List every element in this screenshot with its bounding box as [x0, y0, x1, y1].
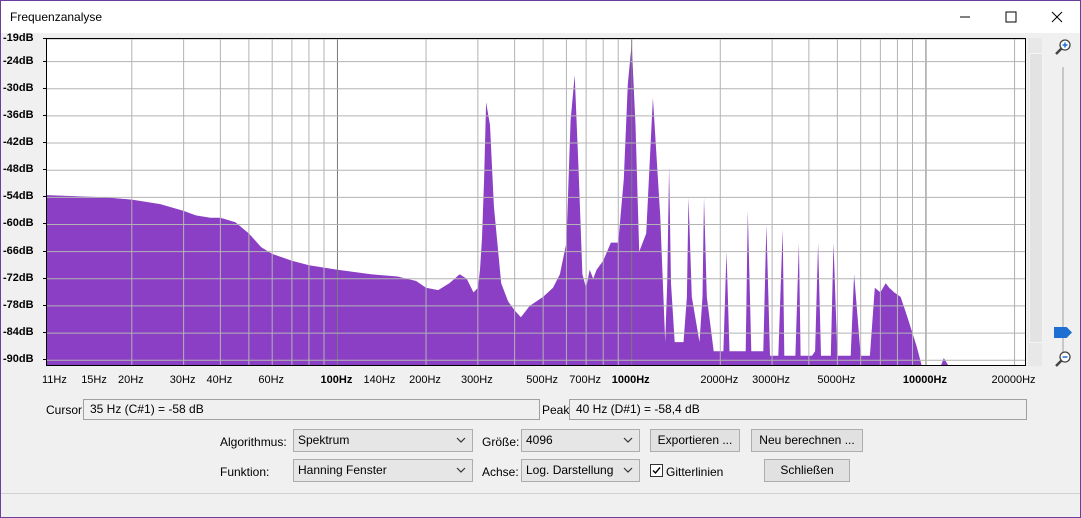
y-tick-label: -42dB	[3, 136, 34, 149]
maximize-icon	[1005, 11, 1017, 23]
gridlines-checkbox[interactable]	[650, 464, 663, 477]
zoom-in-icon	[1055, 39, 1071, 55]
frequency-analysis-window: Frequenzanalyse -19dB -24dB -30dB -36dB -42d…	[0, 0, 1081, 518]
chevron-down-icon	[623, 437, 633, 443]
algorithm-value: Spektrum	[298, 433, 350, 447]
x-tick-label: 15Hz	[81, 374, 107, 386]
y-tick-label: -54dB	[3, 190, 34, 203]
x-tick-label: 30Hz	[169, 374, 196, 386]
vertical-scrollbar-thumb[interactable]	[1029, 53, 1043, 343]
y-tick-label: -36dB	[3, 108, 34, 121]
y-tick-label: -90dB	[3, 353, 34, 366]
zoom-out-icon	[1055, 351, 1071, 367]
title-bar[interactable]: Frequenzanalyse	[1, 1, 1080, 33]
algorithm-label: Algorithmus:	[220, 435, 287, 449]
y-tick-label: -48dB	[3, 163, 34, 176]
axis-select[interactable]: Log. Darstellung	[521, 459, 640, 482]
algorithm-select[interactable]: Spektrum	[293, 429, 473, 452]
y-tick-label: -60dB	[3, 217, 34, 230]
function-value: Hanning Fenster	[298, 463, 387, 477]
spectrum-chart	[47, 39, 1025, 365]
y-tick-label: -84dB	[3, 326, 34, 339]
chevron-down-icon	[456, 437, 466, 443]
spectrum-plot[interactable]	[46, 38, 1026, 366]
chevron-down-icon	[456, 467, 466, 473]
x-tick-label: 3000Hz	[752, 374, 791, 386]
x-tick-label: 100Hz	[320, 374, 353, 386]
cursor-label: Cursor:	[46, 403, 86, 417]
x-tick-label: 2000Hz	[700, 374, 739, 386]
x-tick-label: 1000Hz	[611, 374, 650, 386]
function-label: Funktion:	[220, 465, 270, 479]
size-label: Größe:	[482, 435, 520, 449]
y-tick-label: -66dB	[3, 244, 34, 257]
x-tick-label: 60Hz	[258, 374, 285, 386]
window-title: Frequenzanalyse	[10, 10, 103, 24]
x-tick-label: 700Hz	[569, 374, 602, 386]
close-dialog-button[interactable]: Schließen	[764, 459, 850, 482]
spectrum-area	[47, 43, 949, 365]
zoom-in-button[interactable]	[1053, 37, 1073, 57]
minimize-button[interactable]	[942, 1, 988, 33]
x-tick-label: 5000Hz	[817, 374, 856, 386]
x-tick-label: 300Hz	[460, 374, 493, 386]
x-tick-label: 500Hz	[526, 374, 559, 386]
zoom-slider-track[interactable]	[1062, 67, 1064, 352]
recalculate-button[interactable]: Neu berechnen ...	[751, 429, 863, 452]
x-tick-label: 40Hz	[206, 374, 233, 386]
x-tick-label: 20000Hz	[991, 374, 1036, 386]
axis-value: Log. Darstellung	[526, 463, 614, 477]
axis-label: Achse:	[482, 465, 519, 479]
x-tick-label: 20Hz	[117, 374, 144, 386]
minimize-icon	[960, 16, 970, 18]
zoom-slider-thumb[interactable]	[1054, 327, 1072, 338]
size-select[interactable]: 4096	[521, 429, 640, 452]
x-tick-label: 140Hz	[363, 374, 396, 386]
peak-readout: 40 Hz (D#1) = -58,4 dB	[569, 399, 1027, 420]
size-value: 4096	[526, 433, 553, 447]
status-bar	[1, 493, 1080, 516]
maximize-button[interactable]	[988, 1, 1034, 33]
y-tick-label: -19dB	[3, 32, 34, 44]
gridlines-label[interactable]: Gitterlinien	[666, 465, 723, 479]
x-tick-label: 10000Hz	[902, 374, 947, 386]
y-tick-label: -30dB	[3, 81, 34, 94]
x-tick-label: 11Hz	[41, 374, 67, 386]
export-button[interactable]: Exportieren ...	[650, 429, 740, 452]
y-tick-label: -72dB	[3, 271, 34, 284]
checkmark-icon	[652, 467, 661, 475]
zoom-out-button[interactable]	[1053, 349, 1073, 369]
cursor-readout: 35 Hz (C#1) = -58 dB	[83, 399, 540, 420]
function-select[interactable]: Hanning Fenster	[293, 459, 473, 482]
y-tick-label: -24dB	[3, 54, 34, 67]
chevron-down-icon	[623, 467, 633, 473]
close-button[interactable]	[1034, 1, 1080, 33]
x-tick-label: 200Hz	[409, 374, 441, 386]
y-tick-label: -78dB	[3, 298, 34, 311]
close-icon	[1051, 11, 1063, 23]
